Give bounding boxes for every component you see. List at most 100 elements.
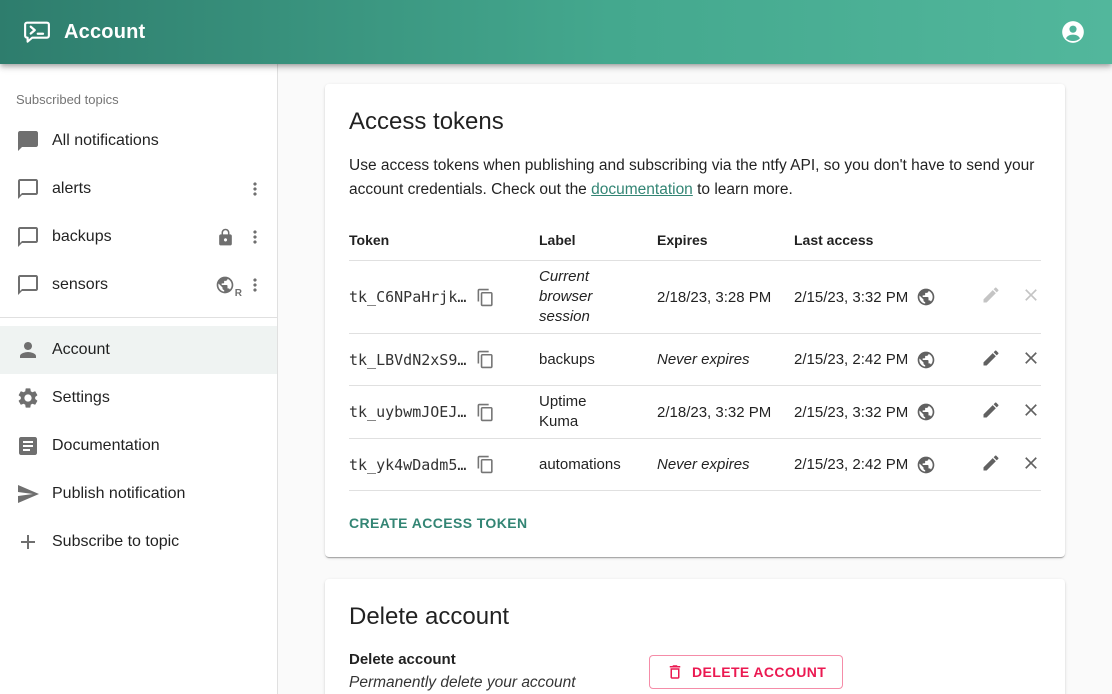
account-menu-button[interactable] xyxy=(1056,15,1090,49)
copy-icon[interactable] xyxy=(476,350,495,369)
globe-icon xyxy=(916,455,936,475)
token-expires: 2/18/23, 3:32 PM xyxy=(657,404,771,421)
sidebar-item-label: sensors xyxy=(52,276,215,294)
column-header-actions xyxy=(946,216,1041,261)
sidebar-item-backups[interactable]: backups xyxy=(0,213,277,261)
chat-bubble-filled-icon xyxy=(16,129,40,153)
token-label: Current browser session xyxy=(539,267,611,327)
sidebar-item-all-notifications[interactable]: All notifications xyxy=(0,117,277,165)
token-last-access: 2/15/23, 2:42 PM xyxy=(794,456,908,473)
plus-icon xyxy=(16,530,40,554)
delete-account-row-subtitle: Permanently delete your account xyxy=(349,674,649,692)
chat-bubble-outline-icon xyxy=(16,177,40,201)
token-expires: 2/18/23, 3:28 PM xyxy=(657,289,771,306)
trash-icon xyxy=(666,663,684,681)
token-last-access: 2/15/23, 2:42 PM xyxy=(794,351,908,368)
token-last-access: 2/15/23, 3:32 PM xyxy=(794,404,908,421)
main-content: Access tokens Use access tokens when pub… xyxy=(278,64,1112,694)
page-title: Account xyxy=(64,21,145,44)
chat-bubble-outline-icon xyxy=(16,225,40,249)
delete-account-row-title: Delete account xyxy=(349,651,649,668)
delete-account-button-label: DELETE ACCOUNT xyxy=(692,664,826,680)
token-label: automations xyxy=(539,456,621,473)
app-bar: Account xyxy=(0,0,1112,64)
copy-icon[interactable] xyxy=(476,455,495,474)
delete-account-card: Delete account Delete account Permanentl… xyxy=(325,579,1065,694)
table-header-row: Token Label Expires Last access xyxy=(349,216,1041,261)
delete-token-icon[interactable] xyxy=(1021,453,1041,473)
table-row: tk_yk4wDadm5… automations Never expires … xyxy=(349,439,1041,491)
table-row: tk_LBVdN2xS9… backups Never expires 2/15… xyxy=(349,334,1041,386)
sidebar: Subscribed topics All notifications aler… xyxy=(0,64,278,694)
sidebar-item-documentation[interactable]: Documentation xyxy=(0,422,277,470)
card-title: Delete account xyxy=(349,603,1041,631)
reservation-globe-icon: R xyxy=(215,275,235,295)
column-header-last-access: Last access xyxy=(794,216,946,261)
table-row: tk_C6NPaHrjk… Current browser session 2/… xyxy=(349,261,1041,334)
ntfy-logo-icon xyxy=(22,17,52,47)
sidebar-item-sensors[interactable]: sensors R xyxy=(0,261,277,309)
token-value: tk_yk4wDadm5… xyxy=(349,456,466,474)
chat-bubble-outline-icon xyxy=(16,273,40,297)
sidebar-item-label: Subscribe to topic xyxy=(52,533,265,551)
column-header-label: Label xyxy=(539,216,657,261)
account-circle-icon xyxy=(1060,19,1086,45)
access-tokens-card: Access tokens Use access tokens when pub… xyxy=(325,84,1065,557)
sidebar-item-label: backups xyxy=(52,228,216,246)
gear-icon xyxy=(16,386,40,410)
access-tokens-table: Token Label Expires Last access tk_C6NPa… xyxy=(349,216,1041,491)
token-last-access: 2/15/23, 3:32 PM xyxy=(794,289,908,306)
delete-token-icon[interactable] xyxy=(1021,400,1041,420)
sidebar-item-account[interactable]: Account xyxy=(0,326,277,374)
globe-icon xyxy=(916,287,936,307)
sidebar-item-settings[interactable]: Settings xyxy=(0,374,277,422)
person-icon xyxy=(16,338,40,362)
copy-icon[interactable] xyxy=(476,403,495,422)
reservation-badge: R xyxy=(235,288,242,299)
topic-menu-icon[interactable] xyxy=(245,275,265,295)
token-value: tk_C6NPaHrjk… xyxy=(349,288,466,306)
table-row: tk_uybwmJOEJ… Uptime Kuma 2/18/23, 3:32 … xyxy=(349,386,1041,439)
delete-token-icon[interactable] xyxy=(1021,348,1041,368)
edit-token-icon xyxy=(981,285,1001,305)
article-icon xyxy=(16,434,40,458)
sidebar-item-label: Documentation xyxy=(52,437,265,455)
subscribed-topics-label: Subscribed topics xyxy=(16,92,261,107)
sidebar-item-label: All notifications xyxy=(52,132,265,150)
lock-icon xyxy=(216,228,235,247)
globe-icon xyxy=(916,402,936,422)
delete-token-icon xyxy=(1021,285,1041,305)
token-value: tk_LBVdN2xS9… xyxy=(349,351,466,369)
topic-menu-icon[interactable] xyxy=(245,179,265,199)
edit-token-icon[interactable] xyxy=(981,400,1001,420)
token-label: backups xyxy=(539,351,595,368)
edit-token-icon[interactable] xyxy=(981,348,1001,368)
topic-list: All notifications alerts backups xyxy=(0,117,277,309)
token-value: tk_uybwmJOEJ… xyxy=(349,403,466,421)
token-label: Uptime Kuma xyxy=(539,392,601,432)
globe-icon xyxy=(916,350,936,370)
sidebar-item-label: Account xyxy=(52,341,265,359)
card-description: Use access tokens when publishing and su… xyxy=(349,154,1041,202)
edit-token-icon[interactable] xyxy=(981,453,1001,473)
sidebar-divider xyxy=(0,317,277,318)
sidebar-item-label: Publish notification xyxy=(52,485,265,503)
sidebar-item-alerts[interactable]: alerts xyxy=(0,165,277,213)
sidebar-item-label: alerts xyxy=(52,180,245,198)
sidebar-item-label: Settings xyxy=(52,389,265,407)
token-expires: Never expires xyxy=(657,351,750,368)
topic-menu-icon[interactable] xyxy=(245,227,265,247)
column-header-token: Token xyxy=(349,216,539,261)
sidebar-item-publish-notification[interactable]: Publish notification xyxy=(0,470,277,518)
nav-list: Account Settings Documentation Publish n… xyxy=(0,326,277,566)
documentation-link[interactable]: documentation xyxy=(591,181,693,198)
sidebar-item-subscribe-to-topic[interactable]: Subscribe to topic xyxy=(0,518,277,566)
description-text: to learn more. xyxy=(693,181,793,198)
delete-account-row: Delete account Permanently delete your a… xyxy=(349,651,1041,694)
create-access-token-button[interactable]: CREATE ACCESS TOKEN xyxy=(349,515,527,531)
copy-icon[interactable] xyxy=(476,288,495,307)
delete-account-button[interactable]: DELETE ACCOUNT xyxy=(649,655,843,689)
column-header-expires: Expires xyxy=(657,216,794,261)
token-expires: Never expires xyxy=(657,456,750,473)
send-icon xyxy=(16,482,40,506)
